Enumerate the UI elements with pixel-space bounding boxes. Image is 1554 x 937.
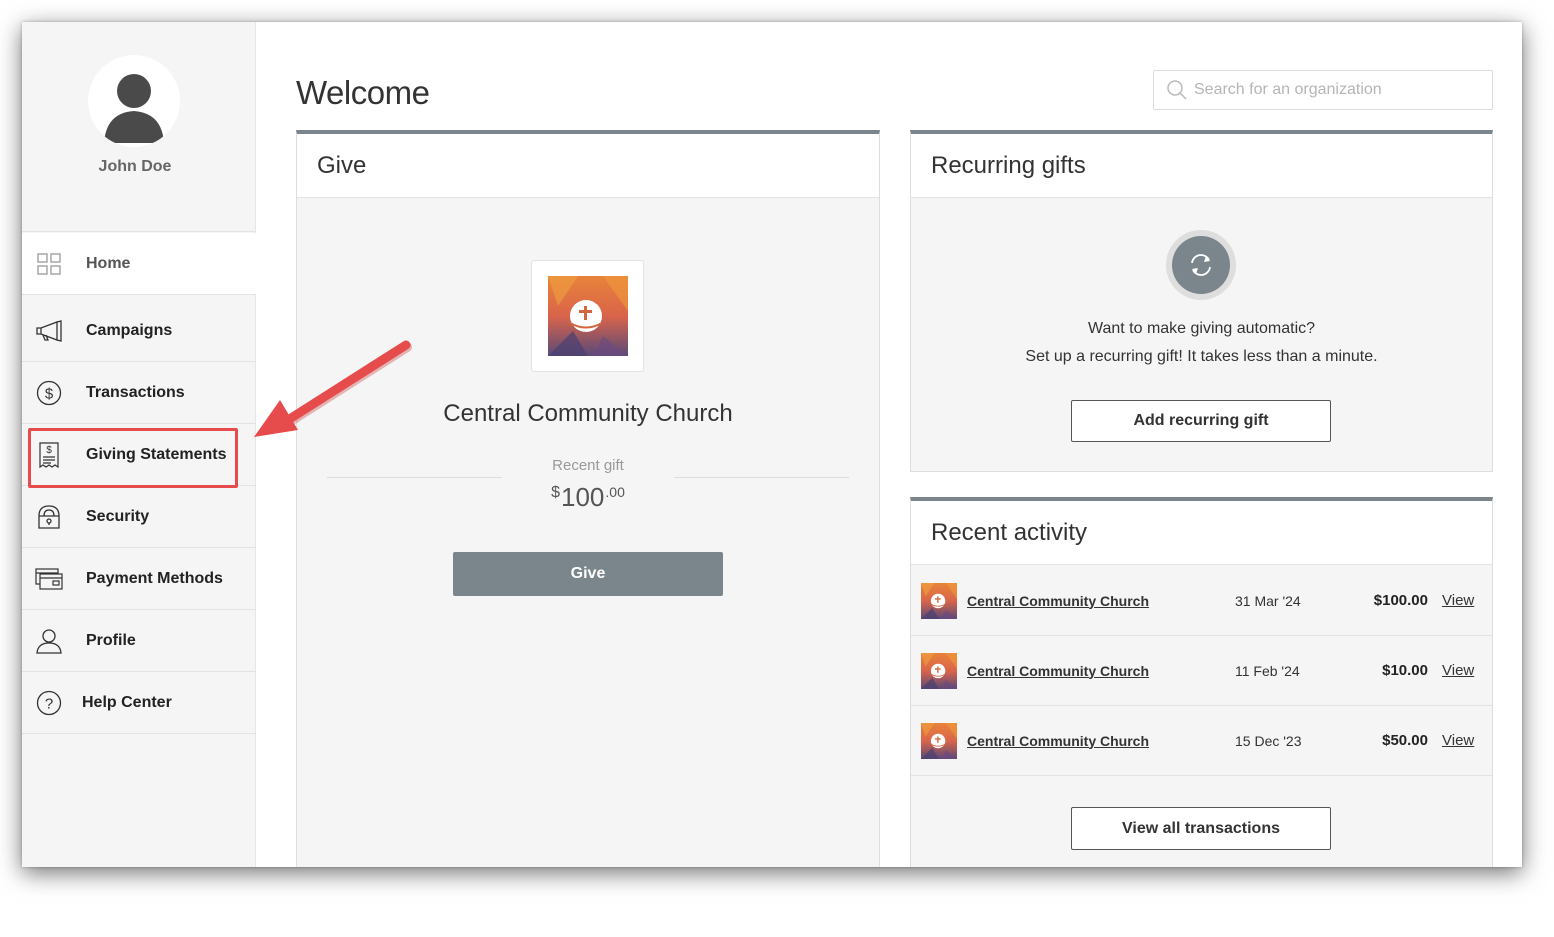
org-name: Central Community Church bbox=[443, 400, 733, 427]
dollar-circle-icon: $ bbox=[34, 378, 64, 408]
sidebar-item-label: Giving Statements bbox=[86, 445, 227, 463]
recent-gift-label: Recent gift bbox=[552, 457, 624, 474]
view-all-transactions-button[interactable]: View all transactions bbox=[1071, 807, 1331, 850]
megaphone-icon bbox=[34, 316, 64, 346]
church-logo-icon bbox=[548, 276, 628, 356]
sidebar-item-label: Transactions bbox=[86, 383, 185, 401]
church-logo-icon bbox=[921, 723, 957, 759]
sidebar-item-campaigns[interactable]: Campaigns bbox=[22, 300, 256, 362]
recurring-gifts-card: Recurring gifts Want to make giving auto… bbox=[910, 130, 1493, 472]
credit-card-icon bbox=[34, 564, 64, 594]
svg-text:?: ? bbox=[45, 695, 53, 712]
sidebar: John Doe Home Campaigns $ Transactions $… bbox=[22, 22, 256, 867]
sidebar-item-label: Campaigns bbox=[86, 321, 173, 339]
activity-row: Central Community Church 31 Mar '24 $100… bbox=[911, 566, 1492, 636]
user-profile-block: John Doe bbox=[22, 22, 255, 232]
page-title: Welcome bbox=[296, 74, 430, 111]
sidebar-item-help-center[interactable]: ? Help Center bbox=[22, 672, 256, 734]
sidebar-item-home[interactable]: Home bbox=[22, 233, 256, 295]
sidebar-item-transactions[interactable]: $ Transactions bbox=[22, 362, 256, 424]
user-silhouette-icon bbox=[104, 74, 164, 143]
app-window: John Doe Home Campaigns $ Transactions $… bbox=[22, 22, 1522, 867]
amount-currency: $ bbox=[551, 484, 561, 501]
give-card: Give Central Community Church Recent gif… bbox=[296, 130, 880, 867]
activity-row: Central Community Church 15 Dec '23 $50.… bbox=[911, 706, 1492, 776]
recent-gift-amount: $100.00 bbox=[297, 482, 879, 513]
svg-text:$: $ bbox=[46, 445, 52, 456]
sidebar-item-profile[interactable]: Profile bbox=[22, 610, 256, 672]
sidebar-item-label: Help Center bbox=[82, 693, 172, 711]
search-icon bbox=[1166, 79, 1188, 101]
sidebar-item-label: Payment Methods bbox=[86, 569, 223, 587]
activity-view-link[interactable]: View bbox=[1442, 662, 1474, 679]
activity-amount: $10.00 bbox=[1382, 662, 1428, 679]
activity-view-link[interactable]: View bbox=[1442, 732, 1474, 749]
refresh-icon bbox=[1172, 236, 1230, 294]
activity-row: Central Community Church 11 Feb '24 $10.… bbox=[911, 636, 1492, 706]
recurring-prompt-line1: Want to make giving automatic? bbox=[1087, 320, 1316, 337]
amount-cents: .00 bbox=[605, 484, 625, 500]
sidebar-item-payment-methods[interactable]: Payment Methods bbox=[22, 548, 256, 610]
add-recurring-gift-button[interactable]: Add recurring gift bbox=[1071, 400, 1331, 442]
receipt-icon: $ bbox=[34, 440, 64, 470]
activity-date: 11 Feb '24 bbox=[1235, 662, 1300, 679]
amount-main: 100 bbox=[561, 482, 605, 512]
activity-org-link[interactable]: Central Community Church bbox=[967, 593, 1149, 609]
search-box[interactable] bbox=[1153, 70, 1493, 110]
recurring-prompt-line2: Set up a recurring gift! It takes less t… bbox=[1025, 348, 1378, 365]
activity-amount: $100.00 bbox=[1373, 592, 1428, 609]
activity-amount: $50.00 bbox=[1382, 732, 1428, 749]
svg-text:$: $ bbox=[45, 385, 54, 402]
recent-activity-title: Recent activity bbox=[911, 501, 1492, 565]
give-card-title: Give bbox=[297, 134, 879, 198]
activity-org-link[interactable]: Central Community Church bbox=[967, 663, 1149, 679]
church-logo-icon bbox=[921, 583, 957, 619]
recurring-gifts-title: Recurring gifts bbox=[911, 134, 1492, 198]
avatar[interactable] bbox=[88, 55, 180, 147]
lock-icon bbox=[34, 502, 64, 532]
divider bbox=[674, 477, 849, 478]
recent-activity-card: Recent activity Central Community Church… bbox=[910, 497, 1493, 867]
give-button[interactable]: Give bbox=[453, 552, 723, 596]
question-circle-icon: ? bbox=[34, 688, 64, 718]
grid-icon bbox=[34, 249, 64, 279]
sidebar-item-label: Home bbox=[86, 254, 131, 272]
activity-view-link[interactable]: View bbox=[1442, 592, 1474, 609]
church-logo-icon bbox=[921, 653, 957, 689]
activity-date: 15 Dec '23 bbox=[1235, 732, 1302, 749]
search-input[interactable] bbox=[1194, 81, 1484, 99]
sidebar-item-label: Security bbox=[86, 507, 150, 525]
activity-org-link[interactable]: Central Community Church bbox=[967, 733, 1149, 749]
person-icon bbox=[34, 626, 64, 656]
activity-date: 31 Mar '24 bbox=[1235, 592, 1301, 609]
recurring-icon-ring bbox=[1166, 230, 1236, 300]
sidebar-item-label: Profile bbox=[86, 631, 136, 649]
sidebar-item-security[interactable]: Security bbox=[22, 486, 256, 548]
sidebar-item-giving-statements[interactable]: $ Giving Statements bbox=[22, 424, 256, 486]
divider bbox=[327, 477, 502, 478]
user-name: John Doe bbox=[98, 158, 172, 175]
org-logo[interactable] bbox=[531, 260, 644, 372]
